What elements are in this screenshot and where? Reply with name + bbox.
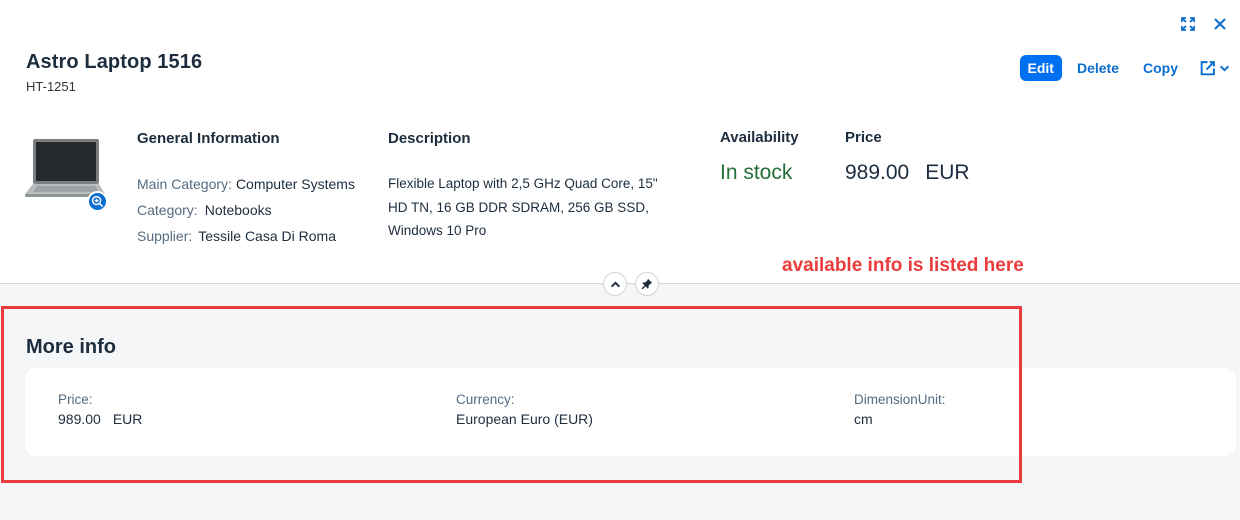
description-text: Flexible Laptop with 2,5 GHz Quad Core, … bbox=[388, 172, 688, 243]
chevron-down-icon bbox=[1219, 65, 1230, 72]
dimension-unit-field: DimensionUnit: cm bbox=[854, 392, 946, 427]
category-value: Notebooks bbox=[204, 202, 272, 218]
description-line: HD TN, 16 GB DDR SDRAM, 256 GB SSD, bbox=[388, 199, 649, 215]
price-field: Price: 989.00 EUR bbox=[58, 392, 142, 427]
collapse-header-button[interactable] bbox=[603, 272, 627, 296]
object-page-header: Astro Laptop 1516 HT-1251 Edit Delete Co… bbox=[0, 0, 1240, 284]
field-value: European Euro (EUR) bbox=[456, 411, 593, 427]
zoom-in-icon bbox=[91, 195, 104, 208]
delete-button[interactable]: Delete bbox=[1068, 55, 1128, 81]
price-field-unit: EUR bbox=[112, 411, 143, 427]
description-heading: Description bbox=[388, 130, 471, 147]
price-value: 989.00 EUR bbox=[845, 161, 970, 185]
pin-icon bbox=[641, 278, 653, 290]
pin-header-button[interactable] bbox=[635, 272, 659, 296]
close-icon[interactable] bbox=[1210, 14, 1230, 34]
price-heading: Price bbox=[845, 129, 882, 146]
category-row: Category: Notebooks bbox=[137, 202, 272, 218]
availability-status: In stock bbox=[720, 161, 793, 184]
page-subtitle: HT-1251 bbox=[26, 79, 76, 94]
header-actions: Edit Delete Copy bbox=[1019, 55, 1230, 81]
main-category-row: Main Category: Computer Systems bbox=[137, 176, 355, 192]
description-line: Windows 10 Pro bbox=[388, 223, 487, 238]
share-icon bbox=[1200, 60, 1215, 75]
price-amount: 989.00 bbox=[845, 161, 910, 184]
field-value: cm bbox=[854, 411, 873, 427]
chevron-up-icon bbox=[610, 280, 620, 287]
field-label: Currency: bbox=[456, 392, 515, 407]
description-line: Flexible Laptop with 2,5 GHz Quad Core, … bbox=[388, 176, 658, 191]
main-category-value: Computer Systems bbox=[235, 176, 355, 192]
price-field-amount: 989.00 bbox=[58, 411, 101, 427]
more-info-title: More info bbox=[26, 336, 116, 358]
general-info-heading: General Information bbox=[137, 130, 280, 147]
supplier-row: Supplier: Tessile Casa Di Roma bbox=[137, 228, 336, 244]
edit-button[interactable]: Edit bbox=[1019, 55, 1062, 81]
main-category-label: Main Category: bbox=[137, 176, 232, 192]
zoom-image-button[interactable] bbox=[87, 191, 108, 212]
supplier-value: Tessile Casa Di Roma bbox=[198, 228, 336, 244]
copy-button[interactable]: Copy bbox=[1134, 55, 1187, 81]
field-value: 989.00 EUR bbox=[58, 411, 142, 427]
availability-heading: Availability bbox=[720, 129, 799, 146]
page-title: Astro Laptop 1516 bbox=[26, 51, 203, 73]
fullscreen-icon[interactable] bbox=[1178, 14, 1198, 34]
field-label: DimensionUnit: bbox=[854, 392, 946, 407]
price-currency: EUR bbox=[925, 161, 970, 184]
field-label: Price: bbox=[58, 392, 93, 407]
supplier-label: Supplier: bbox=[137, 228, 193, 244]
more-info-card: Price: 989.00 EUR Currency: European Euro… bbox=[25, 368, 1236, 456]
category-label: Category: bbox=[137, 202, 198, 218]
share-menu-button[interactable] bbox=[1199, 60, 1230, 77]
currency-field: Currency: European Euro (EUR) bbox=[456, 392, 593, 427]
annotation-text: available info is listed here bbox=[782, 255, 1024, 276]
